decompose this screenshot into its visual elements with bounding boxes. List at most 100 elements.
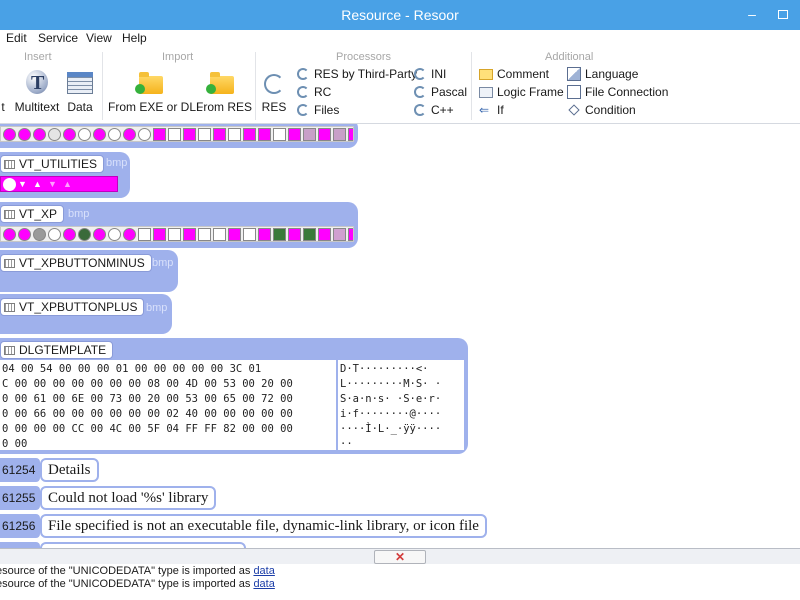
resource-block-vt-xpbuttonminus[interactable]: VT_XPBUTTONMINUS bmp (0, 250, 178, 292)
if-label: If (497, 103, 504, 117)
resource-name: DLGTEMPLATE (19, 343, 107, 357)
import-from-exe-button[interactable]: From EXE or DLL (108, 70, 203, 114)
log-link[interactable]: data (253, 578, 274, 590)
processor-ini-button[interactable]: INI (413, 66, 446, 82)
processor-res-button[interactable]: RES (260, 70, 288, 114)
resource-name: VT_UTILITIES (19, 157, 98, 171)
resource-tag[interactable]: VT_XPBUTTONMINUS (0, 254, 152, 272)
menu-view[interactable]: View (86, 31, 112, 45)
resource-kind: bmp (146, 302, 168, 314)
add-if-button[interactable]: ⇐ If (479, 102, 504, 118)
menu-service[interactable]: Service (38, 31, 78, 45)
processor-cpp-button[interactable]: C++ (413, 102, 454, 118)
condition-label: Condition (585, 103, 636, 117)
file-connection-icon (567, 85, 581, 99)
import-from-res-button[interactable]: From RES (196, 70, 253, 114)
log-entry: esource of the "UNICODEDATA" type is imp… (0, 578, 275, 590)
log-entry: esource of the "UNICODEDATA" type is imp… (0, 565, 275, 577)
resource-kind: bmp (152, 257, 174, 269)
add-condition-button[interactable]: Condition (567, 102, 636, 118)
bitmap-icon (4, 302, 15, 312)
from-res-label: From RES (196, 100, 253, 114)
ribbon: Insert Import Processors Additional t T … (0, 46, 800, 124)
log-link[interactable]: data (253, 565, 274, 577)
minimize-button[interactable]: – (738, 0, 766, 30)
string-id: 61254 (0, 458, 40, 482)
log-text: esource of the "UNICODEDATA" type is imp… (0, 565, 254, 577)
refresh-icon (260, 70, 290, 98)
resource-block-dlgtemplate[interactable]: DLGTEMPLATE 04 00 54 00 00 00 01 00 00 0… (0, 338, 468, 454)
folder-import-icon (206, 70, 236, 98)
resource-tag[interactable]: VT_XP (0, 205, 65, 223)
ini-label: INI (431, 67, 447, 81)
log-text: esource of the "UNICODEDATA" type is imp… (0, 578, 254, 590)
insert-text-button[interactable]: t (0, 70, 10, 114)
insert-data-button[interactable]: Data (64, 70, 96, 114)
pascal-label: Pascal (431, 85, 468, 99)
title-bar: Resource - Resoor – (0, 0, 800, 30)
insert-multitext-button[interactable]: T Multitext (14, 70, 60, 114)
bitmap-strip (0, 226, 354, 242)
logic-frame-icon (479, 86, 493, 98)
ribbon-separator (471, 52, 472, 120)
res-label: RES (261, 100, 287, 114)
cpp-label: C++ (431, 103, 454, 117)
maximize-icon (778, 10, 788, 19)
add-logic-frame-button[interactable]: Logic Frame (479, 84, 564, 100)
processor-pascal-button[interactable]: Pascal (413, 84, 467, 100)
menu-edit[interactable]: Edit (6, 31, 27, 45)
resource-name: VT_XP (19, 207, 58, 221)
message-log: esource of the "UNICODEDATA" type is imp… (0, 564, 800, 600)
menu-help[interactable]: Help (122, 31, 147, 45)
processor-files-button[interactable]: Files (296, 102, 339, 118)
string-value[interactable]: Details (40, 458, 99, 482)
resource-block-vt-xp[interactable]: VT_XP bmp (0, 202, 358, 248)
add-language-button[interactable]: Language (567, 66, 638, 82)
data-icon (4, 345, 15, 355)
resource-kind: bmp (106, 157, 128, 169)
language-icon (567, 67, 581, 81)
refresh-icon (413, 67, 427, 81)
resource-kind: bmp (68, 208, 90, 220)
bitmap-icon (4, 209, 15, 219)
resource-tag[interactable]: VT_UTILITIES (0, 155, 105, 173)
hex-view[interactable]: 04 00 54 00 00 00 01 00 00 00 00 00 3C 0… (0, 360, 336, 450)
rc-label: RC (314, 85, 332, 99)
data-grid-icon (65, 70, 95, 98)
maximize-button[interactable] (768, 0, 798, 30)
resource-name: VT_XPBUTTONPLUS (19, 300, 138, 314)
resource-block-vt-xpbuttonplus[interactable]: VT_XPBUTTONPLUS bmp (0, 294, 172, 334)
menu-bar: Edit Service View Help (0, 30, 800, 46)
folder-import-icon (135, 70, 165, 98)
string-value[interactable]: File specified is not an executable file… (40, 514, 487, 538)
bitmap-strip: ▼ ▲ ▼ ▲ (0, 176, 118, 192)
resource-block-vt-utilities[interactable]: VT_UTILITIES bmp ▼ ▲ ▼ ▲ (0, 152, 130, 198)
group-title-additional: Additional (545, 51, 594, 63)
string-id: 61256 (0, 514, 40, 538)
add-file-connection-button[interactable]: File Connection (567, 84, 668, 100)
panel-splitter[interactable]: ✕ (0, 548, 800, 564)
resource-canvas[interactable]: VT_UTILITIES bmp ▼ ▲ ▼ ▲ VT_XP bmp VT_XP… (0, 124, 800, 548)
ascii-view[interactable]: D·T·········<· L·········M·S· · S·a·n·s·… (338, 360, 464, 450)
string-id: 61255 (0, 486, 40, 510)
condition-diamond-icon (567, 103, 581, 117)
resource-block[interactable] (0, 124, 358, 148)
group-title-import: Import (162, 51, 194, 63)
bitmap-icon (4, 159, 15, 169)
refresh-icon (413, 103, 427, 117)
resource-tag[interactable]: VT_XPBUTTONPLUS (0, 298, 145, 316)
language-label: Language (585, 67, 639, 81)
string-value[interactable]: Could not load '%s' library (40, 486, 217, 510)
files-label: Files (314, 103, 340, 117)
refresh-icon (296, 67, 310, 81)
processor-res-third-party-button[interactable]: RES by Third-Party (296, 66, 417, 82)
add-comment-button[interactable]: Comment (479, 66, 549, 82)
processor-rc-button[interactable]: RC (296, 84, 331, 100)
close-icon: ✕ (394, 550, 406, 564)
comment-label: Comment (497, 67, 550, 81)
group-title-processors: Processors (336, 51, 392, 63)
resource-tag[interactable]: DLGTEMPLATE (0, 341, 114, 359)
data-label: Data (67, 100, 93, 114)
close-log-button[interactable]: ✕ (374, 550, 426, 564)
ribbon-separator (102, 52, 103, 120)
